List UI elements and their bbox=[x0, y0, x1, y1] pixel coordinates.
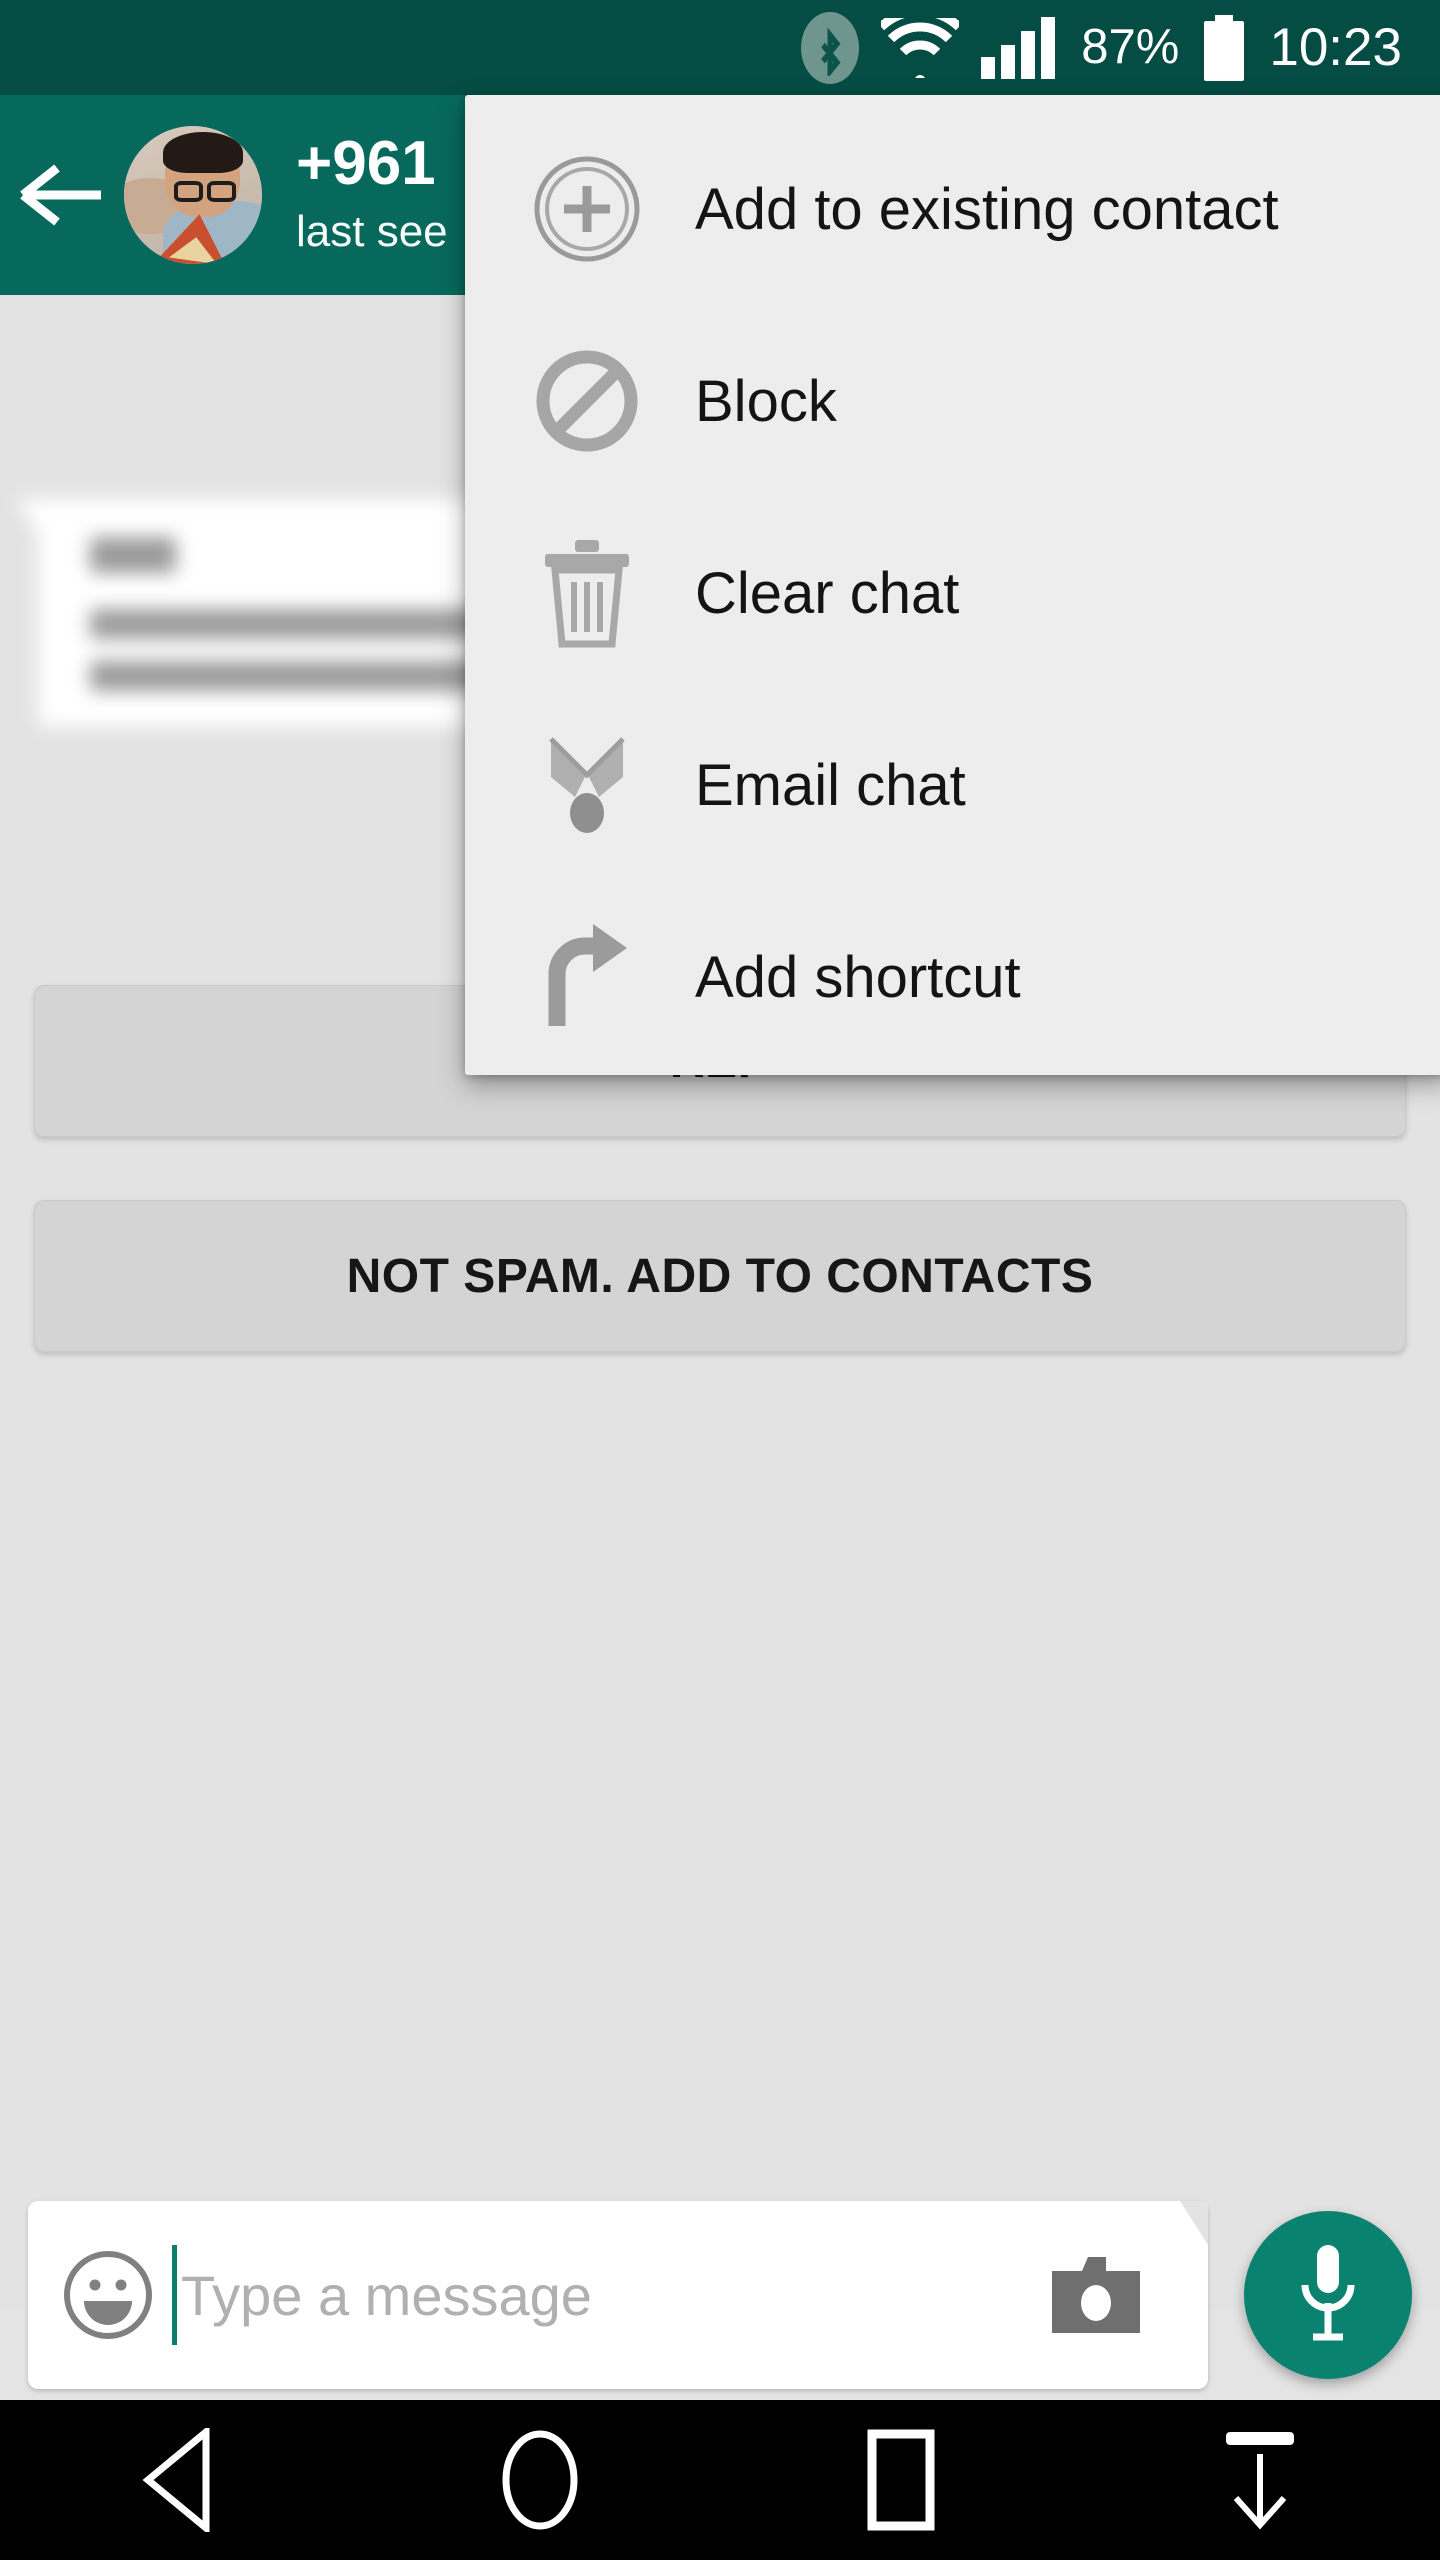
email-chat-icon bbox=[527, 725, 647, 845]
cellular-signal-icon bbox=[981, 16, 1059, 79]
nav-hide-icon[interactable] bbox=[1185, 2405, 1335, 2555]
nav-home-icon[interactable] bbox=[465, 2405, 615, 2555]
whatsapp-chat-screen: 87% 10:23 +961 last see NOT SPAM. ADD TO… bbox=[0, 0, 1440, 2560]
contact-name: +961 bbox=[296, 129, 436, 199]
menu-item-label: Block bbox=[695, 368, 837, 434]
menu-item-label: Clear chat bbox=[695, 560, 960, 626]
menu-item-add-shortcut[interactable]: Add shortcut bbox=[465, 881, 1440, 1073]
menu-item-block[interactable]: Block bbox=[465, 305, 1440, 497]
android-navigation-bar bbox=[0, 2400, 1440, 2560]
wifi-icon bbox=[881, 17, 960, 78]
battery-icon bbox=[1201, 14, 1247, 81]
bluetooth-icon bbox=[801, 11, 860, 84]
menu-item-email-chat[interactable]: Email chat bbox=[465, 689, 1440, 881]
menu-item-clear-chat[interactable]: Clear chat bbox=[465, 497, 1440, 689]
menu-item-label: Add shortcut bbox=[695, 944, 1021, 1010]
voice-record-button[interactable] bbox=[1244, 2211, 1412, 2379]
emoji-smiley-icon[interactable] bbox=[62, 2249, 154, 2341]
status-bar: 87% 10:23 bbox=[0, 0, 1440, 95]
camera-icon[interactable] bbox=[1048, 2253, 1144, 2337]
shortcut-arrow-icon bbox=[527, 917, 647, 1037]
menu-item-add-to-existing-contact[interactable]: Add to existing contact bbox=[465, 113, 1440, 305]
not-spam-add-contacts-button[interactable]: NOT SPAM. ADD TO CONTACTS bbox=[34, 1200, 1406, 1352]
block-icon bbox=[527, 341, 647, 461]
message-input-row: Type a message bbox=[0, 2190, 1440, 2400]
menu-item-label: Email chat bbox=[695, 752, 966, 818]
contact-title-block[interactable]: +961 last see bbox=[296, 129, 448, 259]
nav-back-icon[interactable] bbox=[105, 2405, 255, 2555]
microphone-icon bbox=[1291, 2241, 1365, 2350]
status-bar-clock: 10:23 bbox=[1269, 18, 1402, 77]
trash-icon bbox=[527, 533, 647, 653]
message-input-placeholder: Type a message bbox=[181, 2263, 592, 2327]
message-input-box[interactable]: Type a message bbox=[28, 2201, 1208, 2389]
nav-recents-icon[interactable] bbox=[825, 2405, 975, 2555]
not-spam-label: NOT SPAM. ADD TO CONTACTS bbox=[346, 1249, 1094, 1303]
back-arrow-icon[interactable] bbox=[0, 162, 120, 228]
add-circle-icon bbox=[527, 149, 647, 269]
battery-percent-label: 87% bbox=[1081, 20, 1180, 74]
contact-avatar[interactable] bbox=[124, 126, 262, 264]
text-cursor bbox=[172, 2245, 177, 2345]
menu-item-label: Add to existing contact bbox=[695, 176, 1279, 242]
contact-status: last see bbox=[296, 206, 448, 256]
overflow-menu-popup: Add to existing contact Block Clear chat… bbox=[465, 95, 1440, 1075]
